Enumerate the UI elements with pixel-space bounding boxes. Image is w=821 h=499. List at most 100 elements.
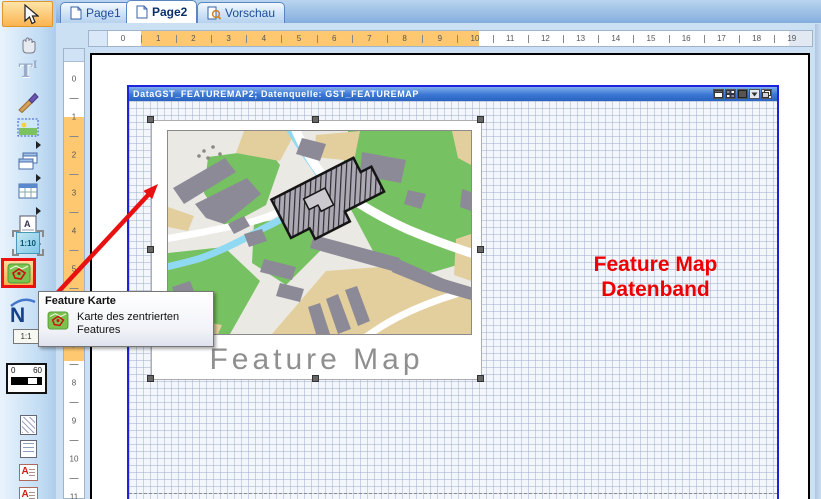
report-designer-window: Page1 Page2 Vorschau DataGST_FEATUREMAP2…	[0, 0, 821, 499]
scalebar-tool[interactable]: 0 60	[6, 363, 47, 394]
hruler-corner	[89, 31, 108, 46]
feature-map-tool-icon[interactable]	[7, 263, 31, 284]
band-properties-button[interactable]	[725, 89, 736, 99]
feature-map-tooltip: Feature Karte Karte des zentrierten Feat…	[38, 291, 214, 347]
tab-label: Vorschau	[225, 6, 275, 20]
horizontal-ruler: 012345678910111213141516171819	[88, 30, 813, 47]
band-minimize-button[interactable]	[713, 89, 724, 99]
vruler-number: 10	[70, 455, 79, 464]
scalebar-left-label: 0	[11, 367, 15, 375]
band-header[interactable]: DataGST_FEATUREMAP2; Datenquelle: GST_FE…	[129, 87, 777, 101]
image-tool[interactable]	[0, 118, 56, 137]
tab-page1[interactable]: Page1	[60, 2, 131, 23]
tooltip-line1: Karte des zentrierten	[77, 311, 179, 324]
vruler-number: 8	[72, 379, 76, 388]
svg-text:A: A	[24, 219, 31, 229]
text-tool-sub-letter: I	[33, 60, 38, 82]
hruler-number: 16	[682, 34, 691, 43]
vruler-tick	[70, 174, 79, 175]
hruler-number: 14	[611, 34, 620, 43]
hruler-tick	[669, 35, 670, 43]
preview-scale-tool[interactable]: 1:10	[0, 230, 56, 256]
hruler-tick	[528, 35, 529, 43]
hruler-tick	[246, 35, 247, 43]
hruler-number: 5	[297, 34, 301, 43]
band-header-buttons	[713, 89, 772, 99]
hruler-tick	[141, 35, 142, 43]
image-tool-expand-arrow[interactable]	[36, 141, 41, 149]
layout-tool[interactable]	[0, 151, 56, 171]
band-fill-button[interactable]	[737, 89, 748, 99]
selection-handle[interactable]	[312, 375, 319, 382]
vruler-number: 1	[72, 113, 76, 122]
hruler-number: 7	[367, 34, 371, 43]
table-tool-expand-arrow[interactable]	[36, 207, 41, 215]
report-page-tool[interactable]	[0, 415, 56, 435]
tab-page2[interactable]: Page2	[126, 0, 197, 23]
text-style-tool-2[interactable]: A	[0, 487, 56, 499]
hruler-tick	[352, 35, 353, 43]
layout-tool-expand-arrow[interactable]	[36, 174, 41, 182]
hruler-tick	[176, 35, 177, 43]
selection-handle[interactable]	[312, 116, 319, 123]
selection-handle[interactable]	[147, 246, 154, 253]
vruler-tick	[70, 364, 79, 365]
vruler-tick	[70, 288, 79, 289]
text-style-tool[interactable]: A	[0, 464, 56, 481]
preview-icon	[207, 6, 221, 20]
tooltip-line2: Features	[77, 324, 179, 337]
vruler-number: 9	[72, 417, 76, 426]
band-layers-button[interactable]	[761, 89, 772, 99]
hruler-number: 11	[506, 34, 514, 43]
hruler-number: 3	[226, 34, 230, 43]
vruler-cap	[64, 49, 84, 62]
feature-map-tool-highlight	[1, 258, 36, 288]
page-icon	[70, 6, 82, 20]
vruler-number: 11	[70, 493, 78, 499]
table-icon	[17, 183, 39, 201]
red-annotation-line1: Feature Map	[563, 252, 748, 277]
pan-tool[interactable]	[0, 33, 56, 57]
scalebar-right-label: 60	[33, 367, 42, 375]
hruler-number: 15	[647, 34, 656, 43]
tool-palette: TI A 1:10	[0, 0, 56, 499]
vruler-tick	[70, 402, 79, 403]
a-style-icon-2: A	[19, 487, 38, 499]
hruler-tick	[457, 35, 458, 43]
selection-handle[interactable]	[147, 116, 154, 123]
selection-handle[interactable]	[477, 375, 484, 382]
format-brush-tool[interactable]	[0, 89, 56, 113]
selection-handle[interactable]	[477, 246, 484, 253]
north-arrow-tool[interactable]: N	[8, 296, 38, 328]
text-tool-letter: T	[19, 60, 33, 82]
zoom-one-tool[interactable]: 1:1	[13, 329, 39, 344]
hruler-tick	[281, 35, 282, 43]
hruler-number: 18	[752, 34, 761, 43]
lined-report-tool[interactable]	[0, 440, 56, 458]
lined-document-icon	[20, 440, 37, 458]
selection-handle[interactable]	[477, 116, 484, 123]
hruler-number: 8	[402, 34, 406, 43]
selection-handle[interactable]	[147, 375, 154, 382]
hruler-tick	[387, 35, 388, 43]
hruler-tick	[739, 35, 740, 43]
select-tool[interactable]	[2, 1, 53, 27]
hruler-tick	[211, 35, 212, 43]
table-tool[interactable]	[0, 183, 56, 201]
vruler-tick	[70, 136, 79, 137]
tab-label: Page1	[86, 6, 121, 20]
hruler-tick	[493, 35, 494, 43]
vruler-number: 2	[72, 151, 76, 160]
hruler-number: 1	[156, 34, 160, 43]
cursor-icon	[17, 3, 39, 25]
image-icon	[17, 118, 39, 137]
hruler-tick	[598, 35, 599, 43]
hruler-number: 9	[438, 34, 442, 43]
vruler-tick	[70, 478, 79, 479]
vruler-number: 0	[72, 75, 76, 84]
band-dropdown-button[interactable]	[749, 89, 760, 99]
text-tool[interactable]: TI	[0, 60, 56, 82]
hruler-number: 13	[576, 34, 585, 43]
tab-vorschau[interactable]: Vorschau	[197, 2, 285, 23]
hruler-number: 12	[541, 34, 550, 43]
